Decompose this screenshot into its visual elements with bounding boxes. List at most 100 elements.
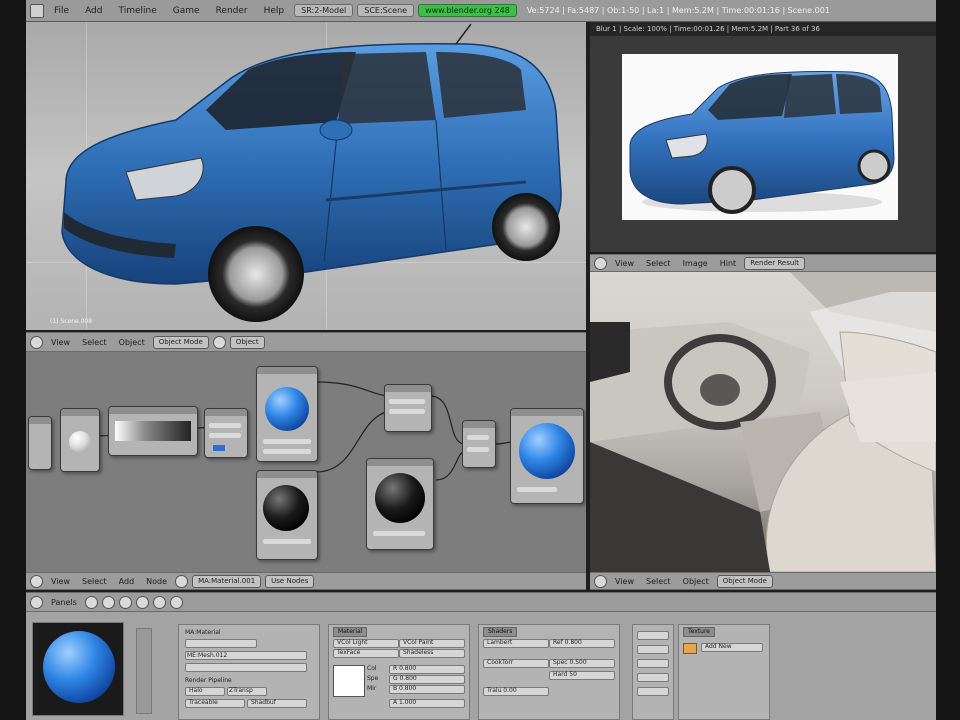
- texture-channels-panel: [632, 624, 674, 720]
- node-math[interactable]: [462, 420, 496, 468]
- node-material-black[interactable]: [256, 470, 318, 560]
- nodes-field[interactable]: [185, 663, 307, 672]
- viewport-object-label: (1) Scene.008: [50, 318, 93, 325]
- shading-icon[interactable]: [118, 595, 132, 609]
- car-3d-model[interactable]: [26, 22, 586, 330]
- tex-channel-2[interactable]: [637, 645, 669, 654]
- node-menu-add[interactable]: Add: [115, 577, 139, 586]
- top-menu-bar: File Add Timeline Game Render Help SR:2-…: [26, 0, 936, 22]
- node-material-dark[interactable]: [366, 458, 434, 550]
- editor-type-icon[interactable]: [30, 335, 43, 349]
- screen-select[interactable]: SR:2-Model: [294, 4, 354, 17]
- scene-select[interactable]: SCE:Scene: [357, 4, 415, 17]
- node-input-left[interactable]: [28, 416, 52, 470]
- node-colorramp[interactable]: [108, 406, 198, 456]
- preview-buttons: [136, 628, 152, 714]
- shadeless-label: Shadeless: [403, 649, 434, 656]
- node-menu-node[interactable]: Node: [142, 577, 171, 586]
- render-info-header: Blur 1 | Scale: 100% | Time:00:01.26 | M…: [590, 22, 936, 36]
- menu-add[interactable]: Add: [79, 6, 108, 16]
- menu-file[interactable]: File: [48, 6, 75, 16]
- blender-logo-icon[interactable]: [30, 3, 44, 18]
- int-menu-view[interactable]: View: [611, 577, 638, 586]
- editing-icon[interactable]: [152, 595, 166, 609]
- image-menu-image[interactable]: Image: [679, 259, 712, 268]
- tab-material[interactable]: Material: [333, 627, 368, 637]
- menu-help[interactable]: Help: [258, 6, 291, 16]
- editor-type-icon[interactable]: [594, 256, 607, 270]
- clear-texture-button[interactable]: [683, 643, 697, 654]
- editor-type-icon[interactable]: [30, 574, 43, 588]
- editor-type-icon[interactable]: [594, 574, 607, 588]
- int-mode-select[interactable]: Object Mode: [716, 574, 773, 588]
- right-window-edge: [936, 0, 960, 720]
- mode-select[interactable]: Object Mode: [152, 335, 209, 349]
- viewport-3d-interior[interactable]: [590, 272, 936, 572]
- menu-render[interactable]: Render: [210, 6, 254, 16]
- specular-shader-label: CookTorr: [487, 659, 514, 666]
- tralu-value: Tralu 0.00: [487, 687, 517, 694]
- hard-value: Hard 50: [553, 671, 577, 678]
- shadbuf-label: Shadbuf: [251, 699, 276, 706]
- col-label: Col: [367, 665, 377, 672]
- node-menu-select[interactable]: Select: [78, 577, 111, 586]
- node-menu-view[interactable]: View: [47, 577, 74, 586]
- ztransp-label: ZTransp: [229, 687, 253, 694]
- car-interior-model[interactable]: [590, 272, 936, 572]
- halo-label: Halo: [189, 687, 203, 694]
- vcol-paint-label: VCol Paint: [403, 639, 434, 646]
- link-ma-label: MA:Material: [185, 629, 221, 636]
- int-menu-object[interactable]: Object: [679, 577, 713, 586]
- use-nodes-toggle[interactable]: Use Nodes: [265, 574, 315, 588]
- shading-icon[interactable]: [212, 335, 226, 349]
- tab-shaders[interactable]: Shaders: [483, 627, 518, 637]
- engine-status-badge: www.blender.org 248: [418, 4, 517, 17]
- image-select[interactable]: Render Result: [744, 256, 805, 270]
- image-menu-select[interactable]: Select: [642, 259, 675, 268]
- node-mix-shader[interactable]: [384, 384, 432, 432]
- shading-select[interactable]: Object: [229, 335, 265, 349]
- tex-channel-4[interactable]: [637, 673, 669, 682]
- logic-icon[interactable]: [84, 595, 98, 609]
- vp-menu-select[interactable]: Select: [78, 338, 111, 347]
- mir-label: Mir: [367, 685, 377, 692]
- add-new-label: Add New: [705, 643, 732, 650]
- render-result-image: [622, 54, 898, 220]
- material-name-field[interactable]: [185, 639, 257, 648]
- texface-label: TexFace: [337, 649, 361, 656]
- object-icon[interactable]: [135, 595, 149, 609]
- node-output[interactable]: [510, 408, 584, 504]
- viewport-3d-car[interactable]: (1) Scene.008: [26, 22, 586, 330]
- image-menu-hint[interactable]: Hint: [716, 259, 740, 268]
- tab-texture[interactable]: Texture: [683, 627, 715, 637]
- alpha-value: A 1.000: [393, 699, 417, 706]
- menu-timeline[interactable]: Timeline: [113, 6, 163, 16]
- tex-channel-1[interactable]: [637, 631, 669, 640]
- tex-channel-3[interactable]: [637, 659, 669, 668]
- color-swatch[interactable]: [333, 665, 365, 697]
- node-mix[interactable]: [204, 408, 248, 458]
- vp-menu-object[interactable]: Object: [115, 338, 149, 347]
- tex-channel-5[interactable]: [637, 687, 669, 696]
- vp-menu-view[interactable]: View: [47, 338, 74, 347]
- material-icon[interactable]: [175, 574, 189, 588]
- node-editor-header: View Select Add Node MA:Material.001 Use…: [26, 572, 586, 590]
- spe-label: Spe: [367, 675, 379, 682]
- node-material-blue[interactable]: [256, 366, 318, 462]
- traceable-label: Traceable: [189, 699, 218, 706]
- menu-game[interactable]: Game: [167, 6, 206, 16]
- vcol-light-label: VCol Light: [337, 639, 368, 646]
- material-select[interactable]: MA:Material.001: [192, 574, 262, 588]
- ref-value: Ref 0.800: [553, 639, 582, 646]
- panels-menu[interactable]: Panels: [47, 598, 81, 607]
- script-icon[interactable]: [101, 595, 115, 609]
- image-menu-view[interactable]: View: [611, 259, 638, 268]
- r-value: R 0.800: [393, 665, 417, 672]
- editor-type-icon[interactable]: [30, 595, 43, 609]
- scene-icon[interactable]: [169, 595, 183, 609]
- shaders-panel: Shaders Lambert Ref 0.800 CookTorr Spec …: [478, 624, 620, 720]
- node-editor[interactable]: [26, 352, 586, 572]
- node-lamp[interactable]: [60, 408, 100, 472]
- int-menu-select[interactable]: Select: [642, 577, 675, 586]
- image-editor-header: View Select Image Hint Render Result: [590, 254, 936, 272]
